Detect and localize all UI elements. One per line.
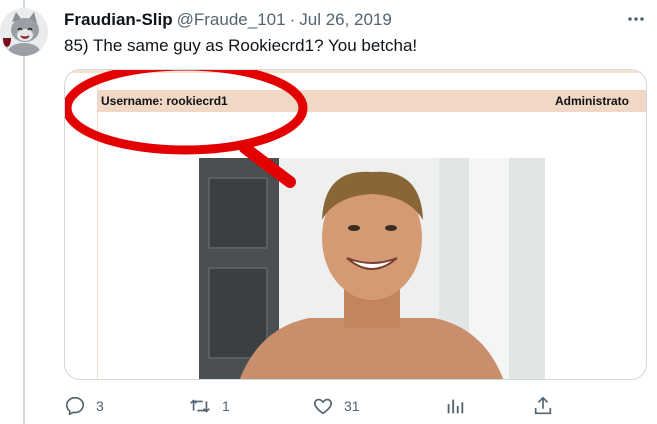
like-button[interactable]: 31 [312, 394, 360, 418]
profile-photo [199, 158, 545, 379]
username-label: Username: rookiecrd1 [101, 94, 228, 108]
like-count: 31 [344, 398, 360, 414]
person-photo-image [199, 158, 545, 379]
document-border [97, 70, 98, 379]
reply-icon [64, 395, 86, 417]
views-button[interactable] [444, 394, 466, 418]
tweet-date[interactable]: Jul 26, 2019 [299, 10, 392, 29]
share-button[interactable] [532, 394, 554, 418]
tweet-media[interactable]: Username: rookiecrd1 Administrato [64, 69, 647, 380]
role-label: Administrato [555, 94, 630, 108]
analytics-icon [444, 395, 466, 417]
avatar[interactable] [0, 8, 48, 56]
retweet-count: 1 [222, 398, 230, 414]
tweet-header: Fraudian-Slip @Fraude_101 · Jul 26, 2019 [64, 8, 392, 32]
display-name[interactable]: Fraudian-Slip [64, 10, 173, 29]
cat-avatar-image [0, 8, 48, 56]
thread-line [23, 0, 25, 424]
tweet: Fraudian-Slip @Fraude_101 · Jul 26, 2019 85… [0, 0, 657, 424]
more-dots-icon[interactable] [622, 9, 650, 29]
heart-icon [312, 395, 334, 417]
separator-dot: · [289, 10, 296, 29]
reply-button[interactable]: 3 [64, 394, 104, 418]
tweet-text: 85) The same guy as Rookiecrd1? You betc… [64, 36, 418, 55]
document-top-strip [65, 70, 646, 73]
reply-count: 3 [96, 398, 104, 414]
user-handle[interactable]: @Fraude_101 [177, 10, 286, 29]
document-user-bar: Username: rookiecrd1 Administrato [97, 90, 646, 112]
retweet-icon [188, 395, 212, 417]
tweet-actions: 3 1 31 [64, 394, 647, 418]
share-icon [532, 395, 554, 417]
retweet-button[interactable]: 1 [188, 394, 230, 418]
